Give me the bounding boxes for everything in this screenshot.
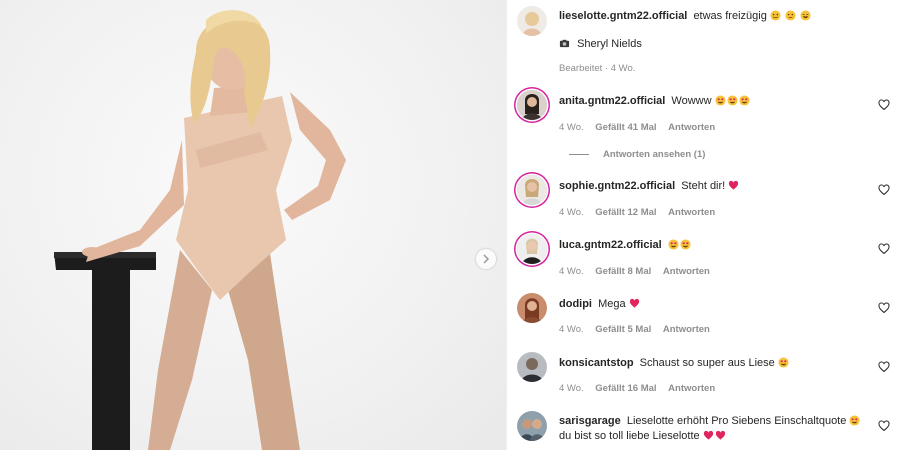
comment-text: Schaust so super aus Liese bbox=[639, 357, 775, 369]
commenter-avatar[interactable] bbox=[517, 175, 547, 205]
comment-likes[interactable]: Gefällt 12 Mal bbox=[595, 207, 656, 218]
chevron-right-icon bbox=[483, 254, 490, 264]
heart-outline-icon[interactable] bbox=[878, 420, 890, 432]
face-emoji-icon bbox=[770, 10, 781, 21]
comment-item: konsicantstop Schaust so super aus Liese… bbox=[517, 352, 900, 402]
comment-username[interactable]: anita.gntm22.official bbox=[559, 95, 665, 107]
caption-text: etwas freizügig bbox=[693, 10, 767, 22]
comment-likes[interactable]: Gefällt 16 Mal bbox=[595, 383, 656, 394]
face-emoji-icon bbox=[800, 10, 811, 21]
heart-eyes-emoji-icon bbox=[680, 239, 691, 250]
comments-panel: lieselotte.gntm22.official etwas freizüg… bbox=[506, 0, 900, 450]
reply-button[interactable]: Antworten bbox=[668, 122, 715, 133]
comment-likes[interactable]: Gefällt 5 Mal bbox=[595, 324, 651, 335]
comment-time[interactable]: 4 Wo. bbox=[559, 383, 584, 394]
face-emoji-icon bbox=[785, 10, 796, 21]
comment-text: Steht dir! bbox=[681, 180, 726, 192]
post-caption: lieselotte.gntm22.official etwas freizüg… bbox=[517, 6, 900, 76]
post-photo bbox=[54, 10, 346, 450]
comment-time[interactable]: 4 Wo. bbox=[559, 122, 584, 133]
comment-item: dodipi Mega 4 Wo. Gefällt 5 Mal Antworte… bbox=[517, 293, 900, 343]
heart-eyes-emoji-icon bbox=[739, 95, 750, 106]
comment-item: sarisgarage Lieselotte erhöht Pro Sieben… bbox=[517, 411, 900, 450]
heart-eyes-emoji-icon bbox=[849, 415, 860, 426]
commenter-avatar[interactable] bbox=[517, 234, 547, 264]
comment-item: luca.gntm22.official 4 Wo. Gefällt 8 Mal… bbox=[517, 234, 900, 284]
heart-eyes-emoji-icon bbox=[727, 95, 738, 106]
comment-time[interactable]: 4 Wo. bbox=[559, 266, 584, 277]
comment-username[interactable]: sophie.gntm22.official bbox=[559, 180, 675, 192]
comment-username[interactable]: luca.gntm22.official bbox=[559, 239, 662, 251]
photo-credit: Sheryl Nields bbox=[577, 38, 642, 50]
comment-text: Lieselotte erhöht Pro Siebens Einschaltq… bbox=[626, 415, 847, 427]
letter-stand-prop bbox=[54, 252, 156, 450]
red-heart-emoji-icon bbox=[715, 430, 725, 440]
comment-item: anita.gntm22.official Wowww 4 Wo. Gefäll… bbox=[517, 90, 900, 160]
author-username[interactable]: lieselotte.gntm22.official bbox=[559, 10, 687, 22]
heart-eyes-emoji-icon bbox=[778, 357, 789, 368]
reply-button[interactable]: Antworten bbox=[668, 383, 715, 394]
commenter-avatar[interactable] bbox=[517, 352, 547, 382]
reply-button[interactable]: Antworten bbox=[663, 324, 710, 335]
author-avatar[interactable] bbox=[517, 6, 547, 36]
heart-outline-icon[interactable] bbox=[878, 243, 890, 255]
heart-outline-icon[interactable] bbox=[878, 99, 890, 111]
heart-eyes-emoji-icon bbox=[668, 239, 679, 250]
view-replies-label: Antworten ansehen (1) bbox=[603, 149, 706, 160]
red-heart-emoji-icon bbox=[629, 298, 639, 308]
commenter-avatar[interactable] bbox=[517, 411, 547, 441]
comment-text-line2: du bist so toll liebe Lieselotte bbox=[559, 430, 700, 442]
replies-divider bbox=[569, 154, 589, 155]
comment-text: Wowww bbox=[671, 95, 712, 107]
comment-likes[interactable]: Gefällt 41 Mal bbox=[595, 122, 656, 133]
next-slide-button[interactable] bbox=[476, 249, 496, 269]
view-replies-button[interactable]: Antworten ansehen (1) bbox=[569, 149, 705, 160]
camera-icon bbox=[559, 39, 570, 48]
comment-text: Mega bbox=[598, 298, 626, 310]
comment-item: sophie.gntm22.official Steht dir! 4 Wo. … bbox=[517, 175, 900, 225]
commenter-avatar[interactable] bbox=[517, 90, 547, 120]
heart-outline-icon[interactable] bbox=[878, 184, 890, 196]
heart-eyes-emoji-icon bbox=[715, 95, 726, 106]
red-heart-emoji-icon bbox=[729, 180, 739, 190]
comment-username[interactable]: sarisgarage bbox=[559, 415, 621, 427]
comment-likes[interactable]: Gefällt 8 Mal bbox=[595, 266, 651, 277]
heart-outline-icon[interactable] bbox=[878, 302, 890, 314]
red-heart-emoji-icon bbox=[703, 430, 713, 440]
commenter-avatar[interactable] bbox=[517, 293, 547, 323]
comment-username[interactable]: dodipi bbox=[559, 298, 592, 310]
edited-timestamp: Bearbeitet · 4 Wo. bbox=[559, 63, 636, 74]
post-media[interactable] bbox=[0, 0, 506, 450]
comment-time[interactable]: 4 Wo. bbox=[559, 324, 584, 335]
reply-button[interactable]: Antworten bbox=[663, 266, 710, 277]
heart-outline-icon[interactable] bbox=[878, 361, 890, 373]
comment-time[interactable]: 4 Wo. bbox=[559, 207, 584, 218]
comment-username[interactable]: konsicantstop bbox=[559, 357, 634, 369]
reply-button[interactable]: Antworten bbox=[668, 207, 715, 218]
